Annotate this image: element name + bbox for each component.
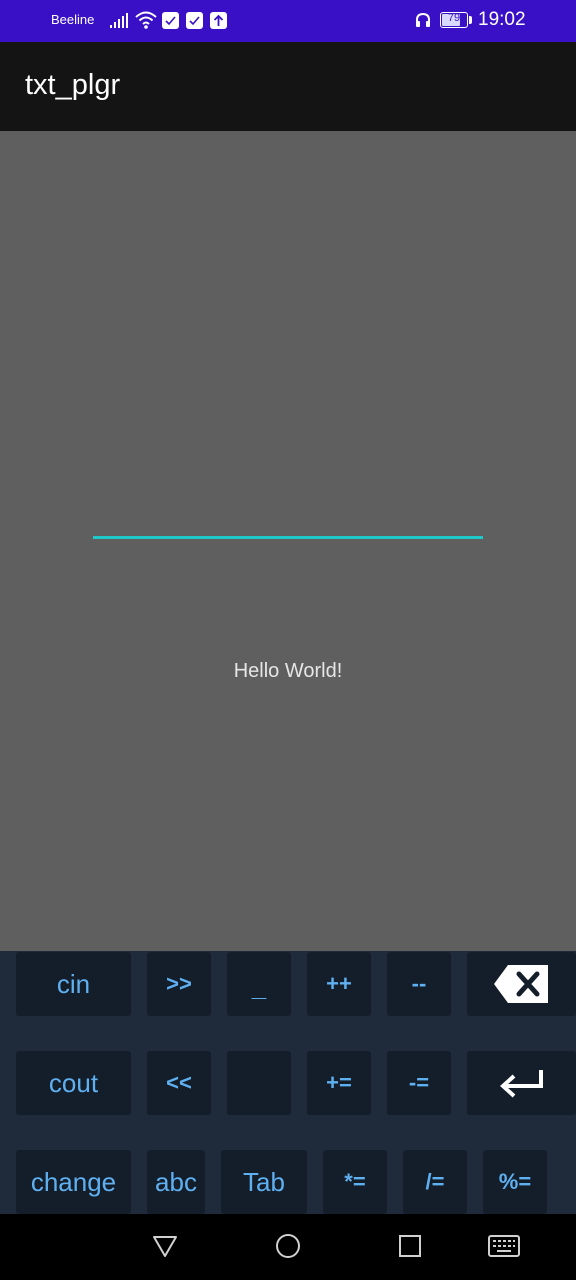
backspace-icon (493, 965, 548, 1003)
battery-icon: 79 (440, 12, 468, 28)
key-modulo-assign[interactable]: %= (483, 1150, 547, 1214)
key-plus-assign[interactable]: += (307, 1051, 371, 1115)
main-content: Hello World! (0, 131, 576, 951)
signal-icon (110, 13, 128, 28)
status-bar: Beeline 79 19:02 (0, 0, 576, 42)
text-input[interactable] (93, 493, 483, 539)
hello-text: Hello World! (233, 660, 343, 682)
key-abc[interactable]: abc (147, 1150, 205, 1214)
key-divide-assign[interactable]: /= (403, 1150, 467, 1214)
carrier-name: Beeline (51, 12, 95, 27)
key-multiply-assign[interactable]: *= (323, 1150, 387, 1214)
headset-icon (416, 12, 430, 27)
check-notification-icon (186, 12, 203, 29)
key-underscore[interactable]: _ (227, 952, 291, 1016)
battery-tip (469, 16, 472, 24)
key-cout[interactable]: cout (16, 1051, 131, 1115)
key-shift-right[interactable]: >> (147, 952, 211, 1016)
home-circle-icon[interactable] (275, 1233, 301, 1259)
key-decrement[interactable]: -- (387, 952, 451, 1016)
key-minus-assign[interactable]: -= (387, 1051, 451, 1115)
upload-notification-icon (210, 12, 227, 29)
key-cin[interactable]: cin (16, 952, 131, 1016)
keyboard-icon[interactable] (488, 1233, 520, 1259)
recents-square-icon[interactable] (398, 1233, 422, 1259)
key-space[interactable] (227, 1051, 291, 1115)
screen: Beeline 79 19:02 txt_plgr Hello World! c… (0, 0, 576, 1280)
navigation-bar (0, 1214, 576, 1280)
backspace-key[interactable] (467, 952, 576, 1016)
app-title: txt_plgr (25, 69, 121, 101)
battery-level: 79 (447, 12, 461, 24)
check-notification-icon (162, 12, 179, 29)
key-change[interactable]: change (16, 1150, 131, 1214)
key-shift-left[interactable]: << (147, 1051, 211, 1115)
app-bar: txt_plgr (0, 42, 576, 131)
key-increment[interactable]: ++ (307, 952, 371, 1016)
wifi-icon (135, 11, 157, 29)
enter-key[interactable] (467, 1051, 576, 1115)
key-tab[interactable]: Tab (221, 1150, 307, 1214)
back-triangle-icon[interactable] (152, 1233, 178, 1259)
custom-keyboard: cin >> _ ++ -- cout << += -= change abc … (0, 951, 576, 1214)
enter-icon (499, 1070, 543, 1098)
clock: 19:02 (478, 9, 526, 30)
